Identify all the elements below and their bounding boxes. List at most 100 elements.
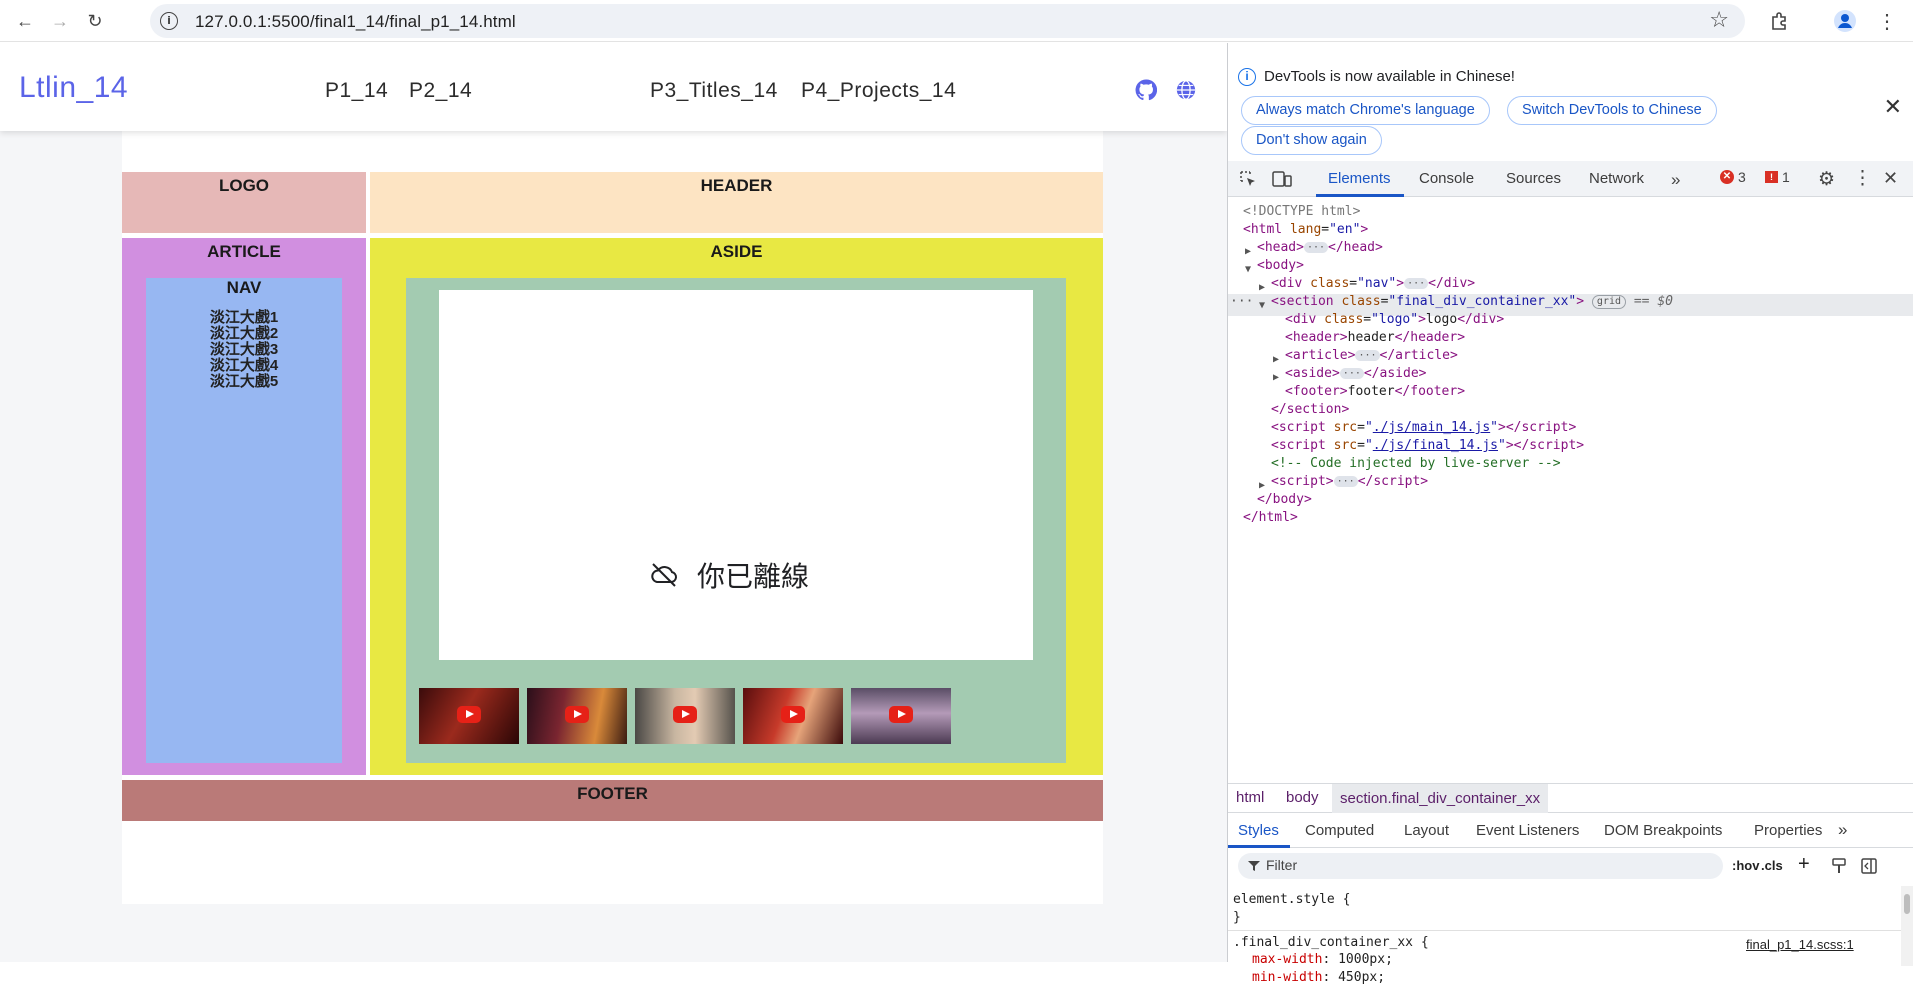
footer-label: FOOTER <box>577 784 648 803</box>
header-cell: HEADER <box>370 172 1103 233</box>
cloud-off-icon <box>651 563 677 587</box>
reload-icon[interactable]: ↻ <box>80 6 110 36</box>
bookmark-star-icon[interactable]: ☆ <box>1709 8 1729 33</box>
breadcrumb-section[interactable]: section.final_div_container_xx <box>1332 784 1549 813</box>
forward-icon[interactable]: → <box>45 6 75 36</box>
switch-language-button[interactable]: Switch DevTools to Chinese <box>1507 96 1717 125</box>
active-tab-indicator <box>1316 194 1404 197</box>
issue-counter[interactable]: ! 1 <box>1765 169 1790 185</box>
tab-sources[interactable]: Sources <box>1506 170 1561 187</box>
nav-link-p3[interactable]: P3_Titles_14 <box>650 79 778 103</box>
styles-filter-input[interactable]: Filter <box>1238 853 1723 879</box>
nav-list-item[interactable]: 淡江大戲2 <box>146 326 342 342</box>
error-icon: ✕ <box>1720 170 1734 184</box>
collapsed-ellipsis[interactable]: ··· <box>1333 476 1358 487</box>
new-style-rule-icon[interactable]: + <box>1798 853 1810 876</box>
dom-line-html-close[interactable]: </html> <box>1243 507 1298 529</box>
devtools-menu-icon[interactable]: ⋮ <box>1853 167 1872 190</box>
tab-elements[interactable]: Elements <box>1328 170 1391 187</box>
tab-layout[interactable]: Layout <box>1404 822 1449 839</box>
node-actions-icon[interactable]: ··· <box>1230 291 1253 313</box>
collapsed-ellipsis[interactable]: ··· <box>1404 278 1429 289</box>
article-cell: ARTICLE NAV 淡江大戲1 淡江大戲2 淡江大戲3 淡江大戲4 淡江大戲… <box>122 238 366 775</box>
error-counter[interactable]: ✕ 3 <box>1720 169 1746 185</box>
settings-gear-icon[interactable]: ⚙ <box>1818 168 1835 191</box>
nav-list-item[interactable]: 淡江大戲5 <box>146 374 342 390</box>
browser-toolbar: ← → ↻ i 127.0.0.1:5500/final1_14/final_p… <box>0 0 1913 42</box>
extensions-icon[interactable] <box>1764 6 1794 36</box>
scrollbar-thumb[interactable] <box>1904 894 1910 914</box>
filter-placeholder: Filter <box>1266 857 1298 873</box>
rule-selector[interactable]: .final_div_container_xx { <box>1233 934 1429 952</box>
active-subtab-indicator <box>1228 845 1290 848</box>
nav-link-p1[interactable]: P1_14 <box>325 79 388 103</box>
class-toggle[interactable]: .cls <box>1761 858 1783 873</box>
collapsed-ellipsis[interactable]: ··· <box>1339 368 1364 379</box>
site-logo[interactable]: Ltlin_14 <box>19 71 128 105</box>
style-property[interactable]: max-width: 1000px; <box>1252 951 1393 969</box>
github-icon[interactable] <box>1135 79 1157 101</box>
filter-icon <box>1248 861 1260 871</box>
video-thumbnail[interactable] <box>419 688 519 744</box>
breadcrumb-body[interactable]: body <box>1286 789 1319 806</box>
footer-cell: FOOTER <box>122 780 1103 821</box>
aside-cell: ASIDE 你已離線 <box>370 238 1103 775</box>
toggle-sidebar-icon[interactable] <box>1861 858 1877 874</box>
profile-avatar-icon[interactable] <box>1830 6 1860 36</box>
nav-link-p2[interactable]: P2_14 <box>409 79 472 103</box>
device-toolbar-icon[interactable] <box>1271 169 1293 189</box>
element-style-rule[interactable]: element.style { <box>1233 891 1350 909</box>
rule-source-link[interactable]: final_p1_14.scss:1 <box>1746 936 1854 954</box>
style-property[interactable]: min-width: 450px; <box>1252 969 1385 987</box>
language-infobar: i DevTools is now available in Chinese! … <box>1228 43 1913 163</box>
back-icon[interactable]: ← <box>10 6 40 36</box>
styles-pane: element.style { } .final_div_container_x… <box>1228 886 1913 985</box>
styles-scrollbar[interactable] <box>1901 886 1913 966</box>
expand-arrow-icon[interactable]: ▶ <box>1273 367 1279 389</box>
dom-tree: <!DOCTYPE html> <html lang="en"> ▶ <head… <box>1228 201 1913 781</box>
collapsed-ellipsis[interactable]: ··· <box>1355 350 1380 361</box>
hover-state-toggle[interactable]: :hov <box>1732 858 1759 873</box>
url-text[interactable]: 127.0.0.1:5500/final1_14/final_p1_14.htm… <box>195 12 516 32</box>
play-icon <box>565 706 589 723</box>
video-thumbnail[interactable] <box>635 688 735 744</box>
collapse-arrow-icon[interactable]: ▼ <box>1259 295 1265 317</box>
match-language-button[interactable]: Always match Chrome's language <box>1241 96 1490 125</box>
nav-list: 淡江大戲1 淡江大戲2 淡江大戲3 淡江大戲4 淡江大戲5 <box>146 310 342 390</box>
video-thumbnail[interactable] <box>527 688 627 744</box>
video-player[interactable]: 你已離線 <box>439 290 1033 660</box>
grid-badge[interactable]: grid <box>1591 294 1627 309</box>
tab-network[interactable]: Network <box>1589 170 1644 187</box>
rule-divider <box>1228 930 1902 931</box>
nav-list-item[interactable]: 淡江大戲3 <box>146 342 342 358</box>
breadcrumb-html[interactable]: html <box>1236 789 1264 806</box>
logo-label: LOGO <box>218 176 270 195</box>
tab-styles[interactable]: Styles <box>1238 822 1279 839</box>
play-icon <box>673 706 697 723</box>
tab-dom-breakpoints[interactable]: DOM Breakpoints <box>1604 822 1722 839</box>
more-tabs-icon[interactable]: » <box>1671 170 1680 190</box>
grid-container: LOGO HEADER ARTICLE NAV 淡江大戲1 淡江大戲2 淡江大戲… <box>122 131 1103 904</box>
tab-computed[interactable]: Computed <box>1305 822 1374 839</box>
nav-link-p4[interactable]: P4_Projects_14 <box>801 79 956 103</box>
inspect-element-icon[interactable] <box>1238 169 1258 189</box>
video-thumbnail[interactable] <box>851 688 951 744</box>
video-thumbnail[interactable] <box>743 688 843 744</box>
close-devtools-icon[interactable]: ✕ <box>1883 168 1898 189</box>
site-info-icon[interactable]: i <box>160 12 178 30</box>
collapse-arrow-icon[interactable]: ▼ <box>1245 259 1251 281</box>
address-bar[interactable]: i 127.0.0.1:5500/final1_14/final_p1_14.h… <box>150 4 1745 38</box>
browser-menu-icon[interactable]: ⋮ <box>1872 6 1902 36</box>
nav-list-item[interactable]: 淡江大戲1 <box>146 310 342 326</box>
collapsed-ellipsis[interactable]: ··· <box>1303 242 1329 253</box>
dont-show-again-button[interactable]: Don't show again <box>1241 126 1382 155</box>
tab-event-listeners[interactable]: Event Listeners <box>1476 822 1579 839</box>
tab-console[interactable]: Console <box>1419 170 1474 187</box>
paint-brush-icon[interactable] <box>1831 858 1847 874</box>
more-panels-icon[interactable]: » <box>1838 820 1847 840</box>
devtools-tabbar: Elements Console Sources Network » ✕ 3 !… <box>1228 161 1913 197</box>
close-infobar-icon[interactable]: ✕ <box>1884 94 1902 120</box>
globe-icon[interactable] <box>1175 79 1197 101</box>
tab-properties[interactable]: Properties <box>1754 822 1822 839</box>
nav-list-item[interactable]: 淡江大戲4 <box>146 358 342 374</box>
